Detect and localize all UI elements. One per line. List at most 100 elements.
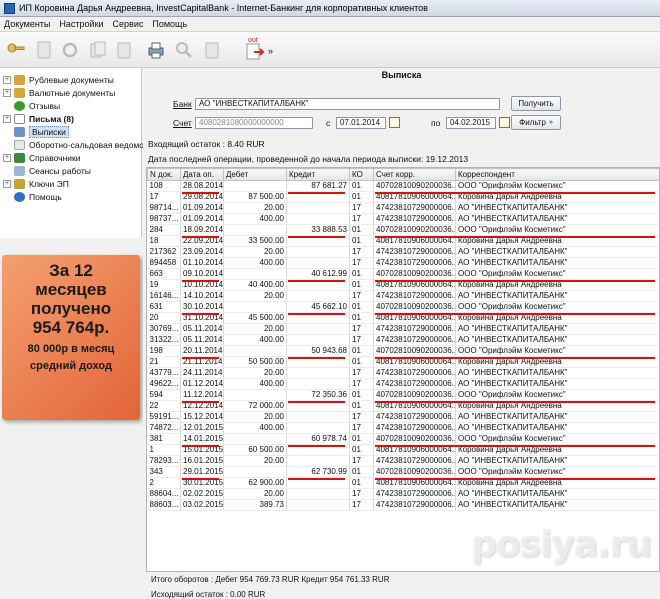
sidebar-item-recalls[interactable]: Отзывы xyxy=(14,100,60,112)
table-row[interactable]: 284 18.09.2014 33 888.53 01 4070281009020003… xyxy=(147,224,659,236)
table-row[interactable]: 198 20.11.2014 50 943.68 01 4070281009020003… xyxy=(147,345,659,357)
cell-doc-number: 663 xyxy=(147,268,181,280)
cell-corr-account: 47423810729000006... xyxy=(373,257,456,269)
table-row[interactable]: 98737... 01.09.2014 400.00 17 47423810729000… xyxy=(147,213,659,225)
sidebar-item-currency-documents[interactable]: + Валютные документы xyxy=(3,87,115,99)
cell-ko: 01 xyxy=(349,466,374,478)
account-field[interactable]: 4080281080000000000 xyxy=(195,117,313,129)
table-row[interactable]: 78293... 16.01.2015 20.00 17 474238107290000… xyxy=(147,455,659,467)
cell-debit: 40 400.00 xyxy=(223,279,287,291)
highlight-underline xyxy=(287,279,345,282)
table-row[interactable]: 663 09.10.2014 40 612.99 01 4070281009020003… xyxy=(147,268,659,280)
date-to-field[interactable]: 04.02.2015 xyxy=(446,117,496,129)
calendar-icon[interactable] xyxy=(389,117,400,128)
document-icon[interactable] xyxy=(202,40,222,60)
table-row[interactable]: 108 28.08.2014 87 681.27 01 4070281009020003… xyxy=(147,180,659,192)
print-icon[interactable] xyxy=(146,40,166,60)
cell-debit xyxy=(223,301,287,313)
new-document-icon[interactable] xyxy=(34,40,54,60)
expand-icon[interactable]: + xyxy=(3,180,11,188)
column-header-ko[interactable]: КО xyxy=(349,168,374,181)
table-row[interactable]: 88603... 03.02.2015 389.73 17 47423810729000… xyxy=(147,499,659,511)
toolbar-overflow-icon[interactable]: » xyxy=(268,46,273,56)
table-row[interactable]: 894458 01.10.2014 400.00 17 4742381072900000… xyxy=(147,257,659,269)
get-button[interactable]: Получить xyxy=(511,96,561,111)
cell-correspondent: ООО "Орифлэйм Косметикс" xyxy=(455,466,659,478)
menu-service[interactable]: Сервис xyxy=(113,19,144,29)
menu-help[interactable]: Помощь xyxy=(152,19,187,29)
expand-icon[interactable]: + xyxy=(3,154,11,162)
menu-documents[interactable]: Документы xyxy=(4,19,50,29)
column-header-credit[interactable]: Кредит xyxy=(286,168,350,181)
date-to-label: по xyxy=(431,118,441,128)
sidebar-item-keys[interactable]: + Ключи ЭП xyxy=(3,178,69,190)
cell-credit: 62 730.99 xyxy=(286,466,350,478)
highlight-underline xyxy=(181,477,219,480)
table-row[interactable]: 381 14.01.2015 60 978.74 01 4070281009020003… xyxy=(147,433,659,445)
table-row[interactable]: 16146... 14.10.2014 20.00 17 474238107290000… xyxy=(147,290,659,302)
calendar-icon[interactable] xyxy=(499,117,510,128)
edit-icon[interactable] xyxy=(114,40,134,60)
sidebar-item-letters[interactable]: + Письма (8) xyxy=(3,113,74,125)
table-row[interactable]: 49622... 01.12.2014 400.00 17 47423810729000… xyxy=(147,378,659,390)
table-row[interactable]: 30769... 05.11.2014 20.00 17 474238107290000… xyxy=(147,323,659,335)
expand-icon[interactable]: + xyxy=(3,76,11,84)
date-from-label: с xyxy=(326,118,331,128)
statement-icon xyxy=(14,127,25,137)
cell-doc-number: 343 xyxy=(147,466,181,478)
cell-credit xyxy=(286,323,350,335)
cell-correspondent: АО "ИНВЕСТКАПИТАЛБАНК" xyxy=(455,455,659,467)
menu-bar: Документы Настройки Сервис Помощь xyxy=(0,17,660,32)
cell-credit xyxy=(286,422,350,434)
menu-settings[interactable]: Настройки xyxy=(59,19,103,29)
bank-field[interactable]: АО "ИНВЕСТКАПИТАЛБАНК" xyxy=(195,98,500,110)
expand-icon[interactable]: + xyxy=(3,89,11,97)
cell-date: 05.11.2014 xyxy=(180,334,224,346)
cell-correspondent: ООО "Орифлэйм Косметикс" xyxy=(455,345,659,357)
key-icon[interactable] xyxy=(6,40,26,60)
table-row[interactable]: 59191... 15.12.2014 20.00 17 474238107290000… xyxy=(147,411,659,423)
sidebar-item-directories[interactable]: + Справочники xyxy=(3,152,81,164)
column-header-date[interactable]: Дата оп. xyxy=(180,168,224,181)
cell-ko: 17 xyxy=(349,455,374,467)
table-row[interactable]: 594 11.12.2014 72 350.36 01 4070281009020003… xyxy=(147,389,659,401)
table-row[interactable]: 217362 23.09.2014 20.00 17 47423810729000006… xyxy=(147,246,659,258)
refresh-icon[interactable] xyxy=(60,40,80,60)
filter-button[interactable]: Фильтр » xyxy=(511,115,561,130)
export-button[interactable]: out xyxy=(244,37,266,62)
column-header-correspondent[interactable]: Корреспондент xyxy=(455,168,659,181)
search-icon[interactable] xyxy=(174,40,194,60)
table-row[interactable]: 88604... 02.02.2015 20.00 17 474238107290000… xyxy=(147,488,659,500)
cell-date: 20.11.2014 xyxy=(180,345,224,357)
cell-doc-number: 217362 xyxy=(147,246,181,258)
sidebar-item-statements[interactable]: Выписки xyxy=(14,126,69,138)
cell-doc-number: 284 xyxy=(147,224,181,236)
folder-icon xyxy=(14,75,25,85)
sidebar-item-ruble-documents[interactable]: + Рублевые документы xyxy=(3,74,114,86)
table-row[interactable]: 31322... 05.11.2014 400.00 17 47423810729000… xyxy=(147,334,659,346)
sidebar-item-sessions[interactable]: Сеансы работы xyxy=(14,165,91,177)
date-from-field[interactable]: 07.01.2014 xyxy=(336,117,386,129)
cell-debit xyxy=(223,224,287,236)
table-row[interactable]: 74872... 12.01.2015 400.00 17 47423810729000… xyxy=(147,422,659,434)
table-row[interactable]: 631 30.10.2014 45 662.10 01 4070281009020003… xyxy=(147,301,659,313)
cell-corr-account: 40702810090200036... xyxy=(373,389,456,401)
cell-debit: 33 500.00 xyxy=(223,235,287,247)
sidebar-item-help[interactable]: Помощь xyxy=(14,191,62,203)
cell-correspondent: ООО "Орифлэйм Косметикс" xyxy=(455,224,659,236)
column-header-doc-number[interactable]: N док. xyxy=(147,168,181,181)
table-row[interactable]: 43779... 24.11.2014 20.00 17 474238107290000… xyxy=(147,367,659,379)
copy-icon[interactable] xyxy=(88,40,108,60)
table-row[interactable]: 343 29.01.2015 62 730.99 01 4070281009020003… xyxy=(147,466,659,478)
column-header-corr-account[interactable]: Счет корр. xyxy=(373,168,456,181)
cell-date: 14.10.2014 xyxy=(180,290,224,302)
cell-debit: 45 500.00 xyxy=(223,312,287,324)
column-header-debit[interactable]: Дебет xyxy=(223,168,287,181)
panel-title: Выписка xyxy=(381,70,422,80)
sidebar-item-turnover-report[interactable]: Оборотно-сальдовая ведомость xyxy=(14,139,157,151)
expand-icon[interactable]: + xyxy=(3,115,11,123)
table-row[interactable]: 98714... 01.09.2014 20.00 17 474238107290000… xyxy=(147,202,659,214)
highlight-underline xyxy=(287,444,345,447)
cell-date: 15.12.2014 xyxy=(180,411,224,423)
cell-corr-account: 47423810729000006... xyxy=(373,499,456,511)
